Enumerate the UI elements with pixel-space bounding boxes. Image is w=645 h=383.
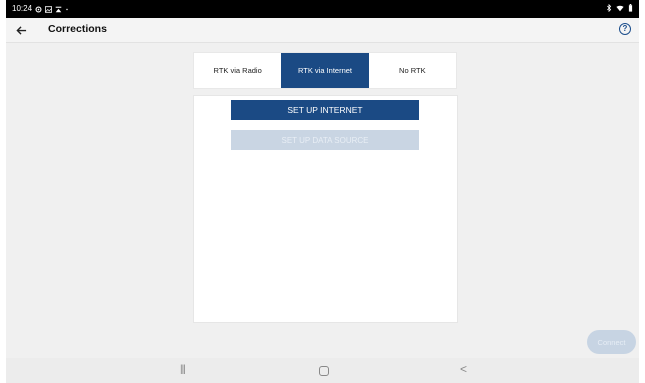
corrections-tabs: RTK via Radio RTK via Internet No RTK — [193, 52, 457, 89]
image-icon — [45, 5, 53, 13]
settings-icon — [35, 5, 42, 13]
system-nav-bar: ||| < — [6, 358, 639, 383]
status-bar: 10:24 — [6, 0, 639, 18]
nav-back-icon[interactable]: < — [460, 362, 467, 376]
internet-setup-panel: SET UP INTERNET SET UP DATA SOURCE — [193, 95, 458, 323]
bluetooth-icon — [607, 4, 612, 12]
connect-button: Connect — [587, 330, 636, 354]
wifi-icon — [616, 5, 624, 11]
app-bar: Corrections ? — [6, 18, 639, 43]
tab-rtk-via-internet[interactable]: RTK via Internet — [281, 53, 369, 88]
page-title: Corrections — [48, 23, 107, 35]
set-up-internet-button[interactable]: SET UP INTERNET — [231, 100, 419, 120]
home-icon[interactable] — [319, 366, 329, 376]
tab-rtk-via-radio[interactable]: RTK via Radio — [194, 53, 281, 88]
status-time: 10:24 — [12, 4, 33, 13]
tab-no-rtk[interactable]: No RTK — [369, 53, 456, 88]
device-screen: 10:24 Corrections ? RTK via Radio RTK vi… — [6, 0, 639, 383]
status-right — [606, 4, 633, 12]
recents-icon[interactable]: ||| — [180, 364, 186, 375]
set-up-data-source-button: SET UP DATA SOURCE — [231, 130, 419, 150]
dot-icon — [66, 8, 68, 10]
battery-icon — [628, 4, 633, 12]
back-button[interactable] — [16, 21, 34, 39]
status-left: 10:24 — [12, 4, 69, 14]
arrow-left-icon — [16, 26, 27, 35]
cast-icon — [55, 6, 62, 12]
help-button[interactable]: ? — [619, 23, 631, 35]
question-circle-icon: ? — [622, 24, 628, 33]
